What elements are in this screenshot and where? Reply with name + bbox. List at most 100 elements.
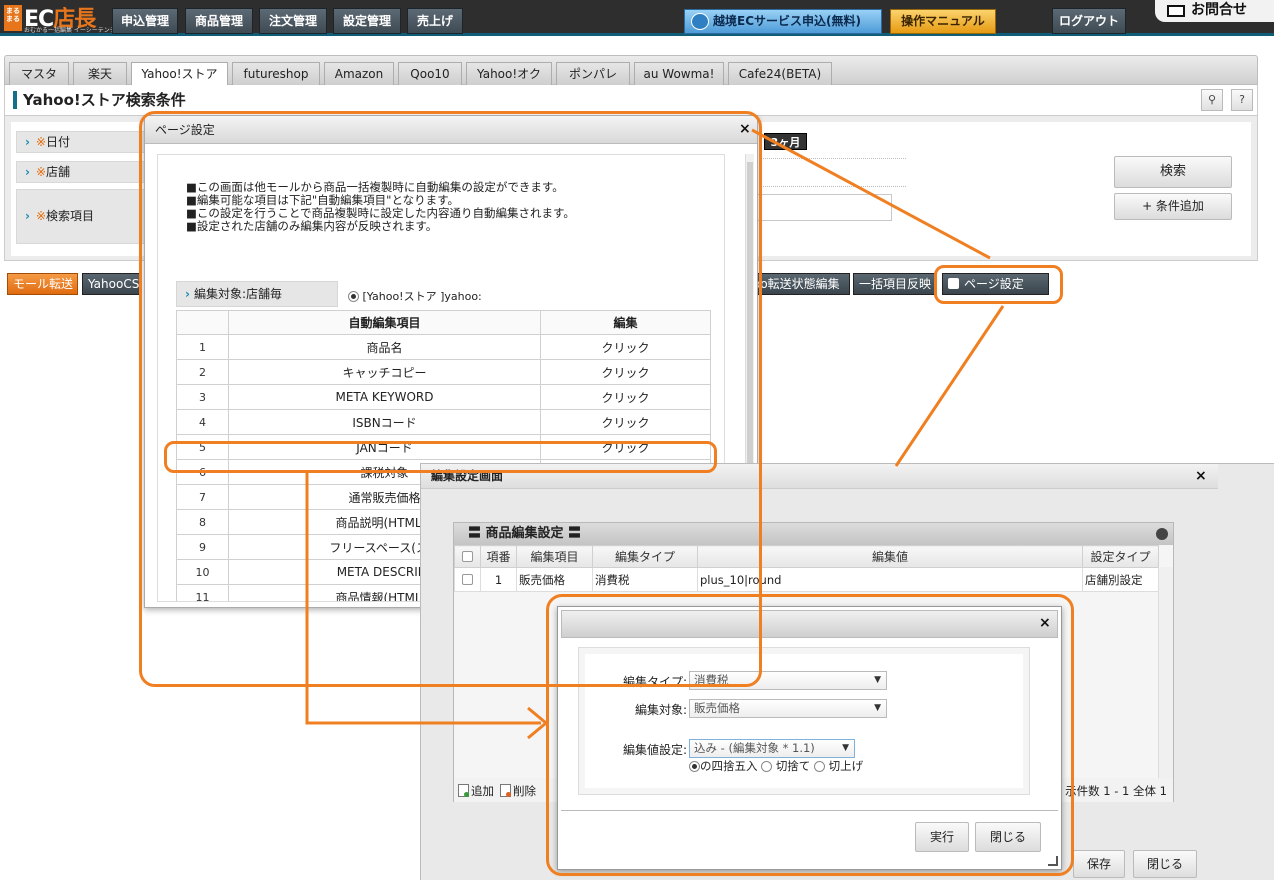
page-setting-button[interactable]: ページ設定 bbox=[942, 273, 1049, 295]
mall-tabs: マスタ 楽天 Yahoo!ストア futureshop Amazon Qoo10… bbox=[4, 55, 1258, 87]
select-all-checkbox[interactable] bbox=[462, 550, 473, 562]
page-header: Yahoo!ストア検索条件 ⚲ ? bbox=[4, 85, 1258, 115]
date-range-badge[interactable]: 3ヶ月 bbox=[764, 133, 807, 150]
floor-radio[interactable] bbox=[761, 761, 773, 772]
edit-target-label: › 編集対象:店舗毎 bbox=[176, 281, 338, 307]
dropdown-arrow-icon: ▼ bbox=[842, 743, 849, 753]
row-checkbox[interactable] bbox=[462, 573, 473, 585]
manual-button[interactable]: 操作マニュアル bbox=[890, 9, 996, 34]
cell-no: 1 bbox=[480, 567, 517, 592]
magnifier-icon[interactable]: ⚲ bbox=[1201, 89, 1223, 111]
ceil-radio[interactable] bbox=[813, 761, 825, 772]
nav-application[interactable]: 申込管理 bbox=[112, 8, 178, 34]
cell-no: 9 bbox=[176, 534, 229, 560]
search-button[interactable]: 検索 bbox=[1114, 156, 1232, 188]
close-button[interactable]: 閉じる bbox=[975, 822, 1041, 852]
contact-button[interactable]: お問合せ bbox=[1155, 0, 1274, 22]
cell-no: 3 bbox=[176, 384, 229, 410]
table-row[interactable]: 4 ISBNコード クリック bbox=[176, 409, 711, 435]
app-logo[interactable]: まるまる EC店長 おむかる一括編集 イーシーテンチョウ bbox=[4, 3, 128, 34]
row-checkbox-cell[interactable] bbox=[454, 567, 481, 592]
close-button[interactable]: 閉じる bbox=[1133, 850, 1197, 878]
execute-button[interactable]: 実行 bbox=[915, 822, 969, 852]
criterion-date: › ※日付 bbox=[16, 131, 146, 153]
column-header: 項番 bbox=[480, 545, 517, 568]
table-row[interactable]: 3 META KEYWORD クリック bbox=[176, 384, 711, 410]
table-row[interactable]: 5 JANコード クリック bbox=[176, 434, 711, 460]
cell-no: 2 bbox=[176, 359, 229, 385]
add-row-button[interactable]: 追加 bbox=[458, 780, 494, 802]
logout-button[interactable]: ログアウト bbox=[1052, 8, 1126, 34]
bulk-reflect-button[interactable]: 一括項目反映 bbox=[853, 273, 935, 295]
top-bar: まるまる EC店長 おむかる一括編集 イーシーテンチョウ 申込管理 商品管理 注… bbox=[0, 0, 1274, 36]
yahoo-csv-button[interactable]: YahooCSV bbox=[82, 273, 148, 295]
cell-no: 4 bbox=[176, 409, 229, 435]
divider bbox=[752, 158, 906, 159]
dialog-title: ページ設定 bbox=[145, 116, 757, 144]
tab-cafe24[interactable]: Cafe24(BETA) bbox=[728, 62, 832, 86]
resize-handle[interactable] bbox=[1048, 856, 1058, 866]
tab-yahoo-auction[interactable]: Yahoo!オク bbox=[466, 62, 552, 86]
scrollbar-thumb[interactable] bbox=[747, 162, 753, 482]
round-radio[interactable] bbox=[689, 761, 700, 772]
cell-item: JANコード bbox=[228, 434, 541, 460]
grid-scrollbar[interactable] bbox=[1158, 567, 1173, 793]
column-header: 自動編集項目 bbox=[228, 310, 541, 335]
tab-yahoo-store[interactable]: Yahoo!ストア bbox=[131, 62, 228, 87]
add-condition-button[interactable]: + 条件追加 bbox=[1114, 193, 1232, 220]
help-button[interactable]: ? bbox=[1231, 89, 1253, 111]
collapse-icon[interactable] bbox=[1156, 528, 1168, 540]
table-row[interactable]: 1 販売価格 消費税 plus_10|round 店舗別設定 bbox=[454, 567, 1159, 592]
tab-rakuten[interactable]: 楽天 bbox=[73, 62, 127, 86]
cell-no: 10 bbox=[176, 559, 229, 585]
mall-transfer-button[interactable]: モール転送 bbox=[7, 273, 78, 295]
page-title: Yahoo!ストア検索条件 bbox=[23, 91, 186, 109]
column-header[interactable] bbox=[454, 545, 481, 568]
save-button[interactable]: 保存 bbox=[1073, 850, 1125, 878]
search-item-textarea[interactable] bbox=[756, 194, 892, 221]
screen-title: 編集設定画面 bbox=[421, 464, 1218, 489]
cell-edit[interactable]: クリック bbox=[540, 434, 711, 460]
cross-border-ec-button[interactable]: 越境ECサービス申込(無料) bbox=[684, 9, 882, 34]
tab-master[interactable]: マスタ bbox=[9, 62, 69, 86]
close-icon[interactable]: × bbox=[1195, 468, 1207, 484]
edit-target-select[interactable]: 販売価格 ▼ bbox=[689, 699, 887, 718]
tab-au-wowma[interactable]: au Wowma! bbox=[634, 62, 724, 86]
edit-value-select[interactable]: 込み - (編集対象 * 1.1) ▼ bbox=[689, 739, 855, 758]
tab-qoo10[interactable]: Qoo10 bbox=[398, 62, 462, 86]
tab-futureshop[interactable]: futureshop bbox=[232, 62, 320, 86]
tab-amazon[interactable]: Amazon bbox=[324, 62, 394, 86]
title-accent bbox=[13, 91, 17, 109]
nav-settings[interactable]: 設定管理 bbox=[333, 8, 401, 34]
edit-type-label: 編集タイプ: bbox=[622, 675, 687, 689]
transfer-state-edit-button[interactable]: oo転送状態編集 bbox=[752, 273, 850, 295]
cell-edit[interactable]: クリック bbox=[540, 384, 711, 410]
cell-edit[interactable]: クリック bbox=[540, 359, 711, 385]
column-header: 設定タイプ bbox=[1082, 545, 1159, 568]
edit-value-label: 編集値設定: bbox=[622, 743, 687, 757]
tab-ponpare[interactable]: ポンパレ bbox=[556, 62, 630, 86]
column-header: 編集値 bbox=[697, 545, 1083, 568]
nav-sales[interactable]: 売上げ bbox=[407, 8, 463, 34]
globe-icon bbox=[691, 13, 709, 30]
cell-edit[interactable]: クリック bbox=[540, 409, 711, 435]
nav-orders[interactable]: 注文管理 bbox=[259, 8, 327, 34]
close-icon[interactable]: × bbox=[1039, 615, 1051, 631]
edit-target-radio[interactable]: [Yahoo!ストア ]yahoo: bbox=[348, 288, 482, 304]
page-info: 示件数 1 - 1 全体 1 bbox=[1065, 784, 1167, 798]
cell-no: 1 bbox=[176, 334, 229, 360]
edit-grid: 項番 編集項目 編集タイプ 編集値 設定タイプ 1 販売価格 消費税 plus_… bbox=[454, 545, 1159, 592]
nav-products[interactable]: 商品管理 bbox=[185, 8, 253, 34]
delete-row-button[interactable]: 削除 bbox=[500, 780, 536, 802]
divider bbox=[752, 186, 906, 187]
table-row[interactable]: 2 キャッチコピー クリック bbox=[176, 359, 711, 385]
column-header bbox=[176, 310, 229, 335]
column-header: 編集項目 bbox=[516, 545, 593, 568]
panel-title: 〓 商品編集設定 〓 bbox=[454, 523, 1173, 545]
edit-type-select[interactable]: 消費税 ▼ bbox=[689, 671, 887, 690]
close-icon[interactable]: × bbox=[739, 121, 751, 137]
table-row[interactable]: 1 商品名 クリック bbox=[176, 334, 711, 360]
cell-edit[interactable]: クリック bbox=[540, 334, 711, 360]
dropdown-arrow-icon: ▼ bbox=[874, 703, 881, 713]
radio-icon[interactable] bbox=[348, 291, 359, 302]
